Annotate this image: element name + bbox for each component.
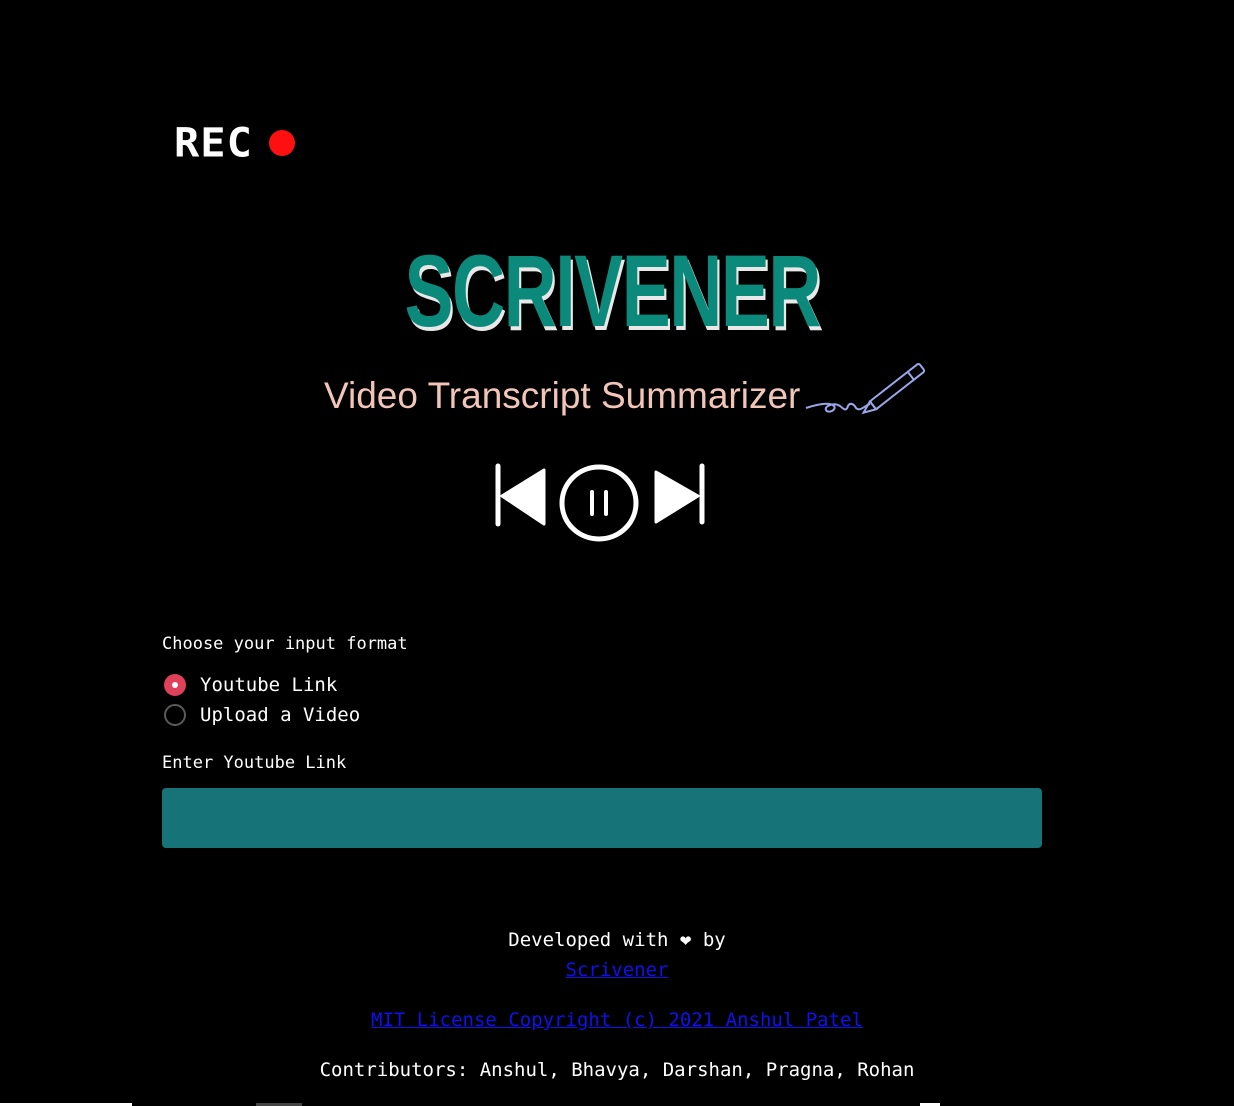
contributors: Contributors: Anshul, Bhavya, Darshan, P… xyxy=(319,1059,915,1081)
heart-icon: ❤ xyxy=(679,929,692,951)
input-format-radio-group: Youtube Link Upload a Video xyxy=(164,670,360,730)
developed-suffix: by xyxy=(702,929,726,951)
radio-label: Youtube Link xyxy=(200,674,338,696)
license-link[interactable]: MIT License Copyright (c) 2021 Anshul Pa… xyxy=(371,1009,863,1031)
rec-indicator: REC xyxy=(174,118,295,167)
developed-prefix: Developed with xyxy=(508,929,669,951)
skip-forward-icon[interactable] xyxy=(654,463,705,525)
developed-with-line: Developed with ❤ by xyxy=(0,928,1234,958)
radio-upload-video[interactable]: Upload a Video xyxy=(164,700,360,730)
skip-back-icon[interactable] xyxy=(495,463,546,527)
radio-label: Upload a Video xyxy=(200,704,361,726)
youtube-link-input[interactable] xyxy=(162,788,1042,848)
radio-button-selected[interactable] xyxy=(164,674,186,696)
tagline: Video Transcript Summarizer xyxy=(324,375,801,416)
media-controls xyxy=(490,460,710,554)
page: REC SCRIVENER Video Transcript Summarize… xyxy=(0,0,1234,1106)
radio-youtube-link[interactable]: Youtube Link xyxy=(164,670,360,700)
input-format-label: Choose your input format xyxy=(162,634,408,654)
youtube-link-label: Enter Youtube Link xyxy=(162,753,347,773)
pause-icon[interactable] xyxy=(559,464,639,542)
pen-icon xyxy=(805,363,926,415)
rec-label: REC xyxy=(174,119,253,166)
brand-title: SCRIVENER xyxy=(404,234,821,348)
footer: Developed with ❤ by Scrivener MIT Licens… xyxy=(0,928,1234,1088)
rec-dot-icon xyxy=(268,129,295,156)
author-link[interactable]: Scrivener xyxy=(566,959,669,981)
radio-button[interactable] xyxy=(164,704,186,726)
